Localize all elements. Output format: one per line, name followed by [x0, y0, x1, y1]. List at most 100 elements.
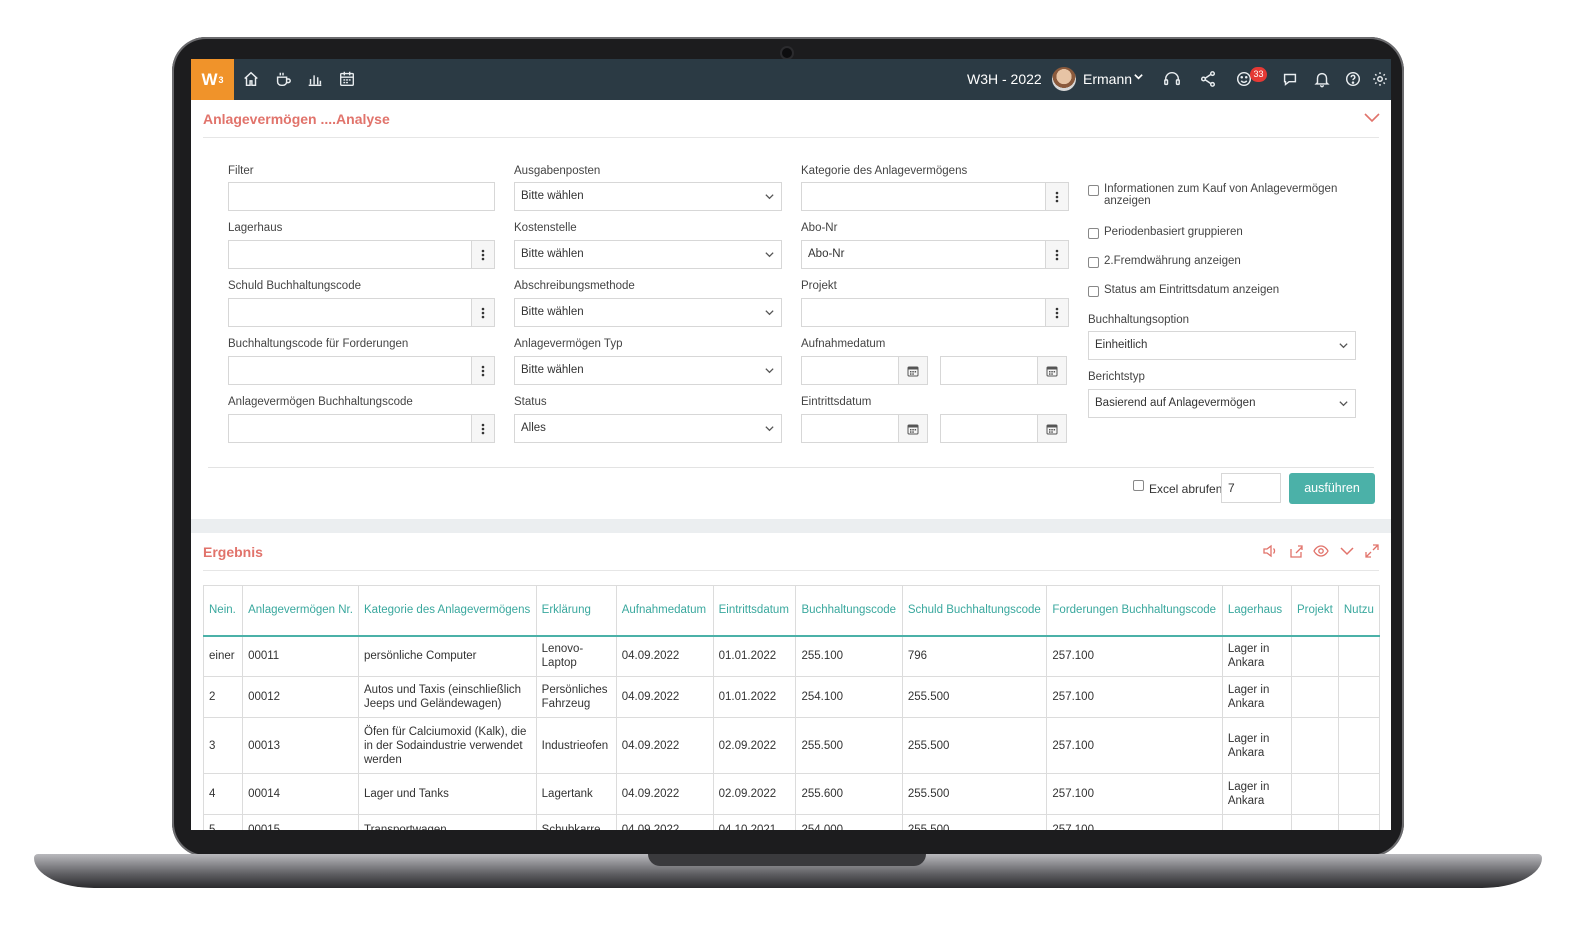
excel-count-input[interactable]: 7: [1221, 473, 1281, 503]
forderungen-input[interactable]: [228, 356, 472, 385]
table-cell: [1337, 814, 1380, 830]
abschreibung-select[interactable]: Bitte wählen: [514, 298, 782, 327]
typ-select[interactable]: Bitte wählen: [514, 356, 782, 385]
share-icon[interactable]: [1198, 69, 1218, 89]
column-header[interactable]: Nein.: [203, 585, 244, 637]
filter-input[interactable]: [228, 182, 495, 211]
calendar-icon[interactable]: [898, 356, 928, 385]
more-vertical-icon[interactable]: [471, 240, 495, 269]
column-header[interactable]: Erklärung: [535, 585, 617, 637]
column-header[interactable]: Nutzu: [1337, 585, 1380, 637]
column-header[interactable]: Forderungen Buchhaltungscode: [1046, 585, 1223, 637]
anlage-code-input[interactable]: [228, 414, 472, 443]
bell-icon[interactable]: [1312, 69, 1332, 89]
table-cell: persönliche Computer: [358, 635, 537, 677]
table-row[interactable]: 3 00013 Öfen für Calciumoxid (Kalk), die…: [203, 717, 1380, 774]
app-logo[interactable]: W3: [191, 59, 234, 100]
table-cell: 257.100: [1046, 635, 1223, 677]
chk-info-row[interactable]: Informationen zum Kauf von Anlagevermöge…: [1088, 183, 1337, 207]
checkbox[interactable]: [1088, 228, 1099, 239]
calendar-icon[interactable]: [337, 69, 357, 89]
checkbox[interactable]: [1088, 185, 1099, 196]
collapse-chevron-icon[interactable]: [1363, 111, 1381, 125]
table-cell: 257.100: [1046, 717, 1223, 774]
chk-status-row[interactable]: Status am Eintrittsdatum anzeigen: [1088, 284, 1279, 297]
projekt-input[interactable]: [801, 298, 1046, 327]
export-icon[interactable]: [1288, 543, 1304, 559]
chk-period-row[interactable]: Periodenbasiert gruppieren: [1088, 226, 1243, 239]
bar-chart-icon[interactable]: [305, 69, 325, 89]
checkbox[interactable]: [1088, 286, 1099, 297]
ausgabenposten-select[interactable]: Bitte wählen: [514, 182, 782, 211]
column-header[interactable]: Schuld Buchhaltungscode: [901, 585, 1048, 637]
chevron-down-icon[interactable]: [1339, 543, 1355, 559]
abo-input[interactable]: Abo-Nr: [801, 240, 1046, 269]
help-icon[interactable]: [1343, 69, 1363, 89]
chevron-down-icon: [765, 310, 774, 316]
table-row[interactable]: 5 00015 Transportwagen Schubkarre 04.09.…: [203, 814, 1380, 830]
home-icon[interactable]: [241, 69, 261, 89]
table-row[interactable]: 4 00014 Lager und Tanks Lagertank 04.09.…: [203, 773, 1380, 815]
more-vertical-icon[interactable]: [1045, 240, 1069, 269]
table-cell: Persönliches Fahrzeug: [535, 676, 617, 718]
status-select[interactable]: Alles: [514, 414, 782, 443]
table-cell: [1290, 773, 1339, 815]
fiscal-year-label[interactable]: W3H - 2022: [967, 71, 1042, 87]
table-cell: 04.09.2022: [615, 717, 714, 774]
table-cell: 04.09.2022: [615, 773, 714, 815]
gear-icon[interactable]: [1370, 69, 1390, 89]
table-cell: 02.09.2022: [712, 773, 797, 815]
run-button[interactable]: ausführen: [1289, 473, 1375, 504]
checkbox[interactable]: [1088, 257, 1099, 268]
more-vertical-icon[interactable]: [471, 298, 495, 327]
eintritt-from-input[interactable]: [801, 414, 899, 443]
section-separator: [191, 519, 1391, 533]
more-vertical-icon[interactable]: [1045, 182, 1069, 211]
more-vertical-icon[interactable]: [471, 414, 495, 443]
column-header[interactable]: Kategorie des Anlagevermögens: [358, 585, 537, 637]
divider: [208, 467, 1374, 468]
calendar-icon[interactable]: [898, 414, 928, 443]
expand-icon[interactable]: [1364, 543, 1380, 559]
chevron-down-icon: [765, 252, 774, 258]
chat-icon[interactable]: [1280, 69, 1300, 89]
calendar-icon[interactable]: [1037, 414, 1067, 443]
kostenstelle-select[interactable]: Bitte wählen: [514, 240, 782, 269]
column-header[interactable]: Eintrittsdatum: [712, 585, 797, 637]
schuld-input[interactable]: [228, 298, 472, 327]
excel-checkbox[interactable]: [1133, 480, 1144, 491]
option-select[interactable]: Einheitlich: [1088, 331, 1356, 360]
headset-icon[interactable]: [1162, 69, 1182, 89]
table-cell: [1337, 676, 1380, 718]
more-vertical-icon[interactable]: [1045, 298, 1069, 327]
column-header[interactable]: Anlagevermögen Nr.: [242, 585, 359, 637]
user-name[interactable]: Ermann: [1083, 71, 1132, 87]
kostenstelle-label: Kostenstelle: [514, 222, 577, 234]
kategorie-input[interactable]: [801, 182, 1046, 211]
column-header[interactable]: Aufnahmedatum: [615, 585, 714, 637]
table-cell: Autos und Taxis (einschließlich Jeeps un…: [358, 676, 537, 718]
chevron-down-icon: [765, 194, 774, 200]
eye-icon[interactable]: [1313, 543, 1329, 559]
table-row[interactable]: einer 00011 persönliche Computer Lenovo-…: [203, 635, 1380, 677]
lagerhaus-input[interactable]: [228, 240, 472, 269]
aufnahme-to-input[interactable]: [940, 356, 1038, 385]
more-vertical-icon[interactable]: [471, 356, 495, 385]
chk-fx-row[interactable]: 2.Fremdwährung anzeigen: [1088, 255, 1241, 268]
eintritt-label: Eintrittsdatum: [801, 396, 872, 408]
avatar[interactable]: [1052, 67, 1076, 91]
eintritt-to-input[interactable]: [940, 414, 1038, 443]
calendar-icon[interactable]: [1037, 356, 1067, 385]
table-cell: 4: [203, 773, 244, 815]
column-header[interactable]: Projekt: [1290, 585, 1339, 637]
speaker-icon[interactable]: [1262, 543, 1278, 559]
aufnahme-from-input[interactable]: [801, 356, 899, 385]
column-header[interactable]: Lagerhaus: [1221, 585, 1292, 637]
table-row[interactable]: 2 00012 Autos und Taxis (einschließlich …: [203, 676, 1380, 718]
column-header[interactable]: Buchhaltungscode: [795, 585, 903, 637]
table-cell: 257.100: [1046, 814, 1223, 830]
chevron-down-icon[interactable]: [1133, 71, 1144, 85]
report-select[interactable]: Basierend auf Anlagevermögen: [1088, 389, 1356, 418]
coffee-icon[interactable]: [273, 69, 293, 89]
ausgabenposten-value: Bitte wählen: [521, 190, 584, 202]
